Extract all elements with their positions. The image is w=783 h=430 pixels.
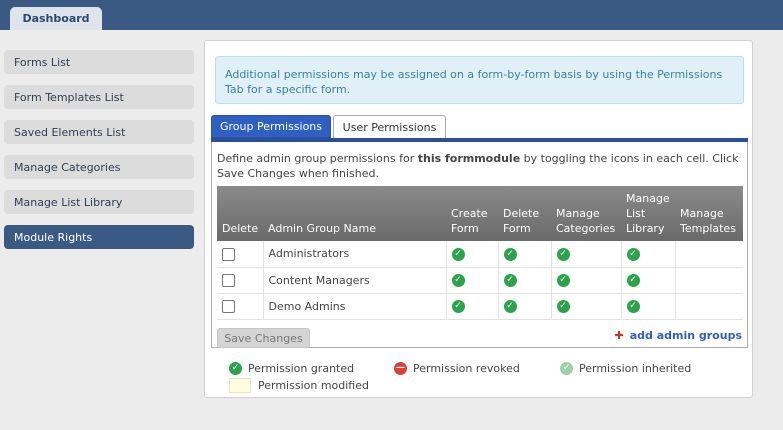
plus-icon: ✚ [614, 329, 624, 342]
header-manage-list-library: Manage List Library [621, 186, 675, 241]
check-icon[interactable]: ✓ [626, 247, 640, 261]
header-manage-list-library-l3: Library [626, 222, 665, 235]
sidebar-item-manage-categories[interactable]: Manage Categories [4, 155, 194, 179]
legend-inherited-label: Permission inherited [579, 362, 692, 375]
legend-granted-label: Permission granted [248, 362, 355, 375]
group-name-cell: Content Managers [263, 267, 447, 294]
add-admin-groups-link[interactable]: ✚ add admin groups [614, 328, 742, 343]
sidebar-item-module-rights[interactable]: Module Rights [4, 225, 194, 249]
check-icon[interactable]: ✓ [503, 299, 517, 313]
header-create-form: Create Form [446, 186, 498, 241]
manage-templates-cell[interactable] [675, 267, 743, 294]
legend-modified-label: Permission modified [258, 379, 369, 392]
tab-user-permissions[interactable]: User Permissions [333, 115, 446, 138]
check-icon[interactable]: ✓ [503, 273, 517, 287]
check-icon[interactable]: ✓ [626, 273, 640, 287]
header-manage-categories-l1: Manage [556, 207, 600, 220]
manage-list-library-cell[interactable]: ✓ [621, 293, 676, 320]
delete-form-cell[interactable]: ✓ [498, 293, 552, 320]
create-form-cell[interactable]: ✓ [446, 293, 499, 320]
permissions-table: Delete Admin Group Name Create Form Delet… [217, 186, 743, 320]
header-delete-form: Delete Form [498, 186, 551, 241]
top-header-bar: Dashboard [0, 0, 783, 30]
manage-templates-cell[interactable] [675, 241, 743, 268]
manage-categories-cell[interactable]: ✓ [551, 293, 622, 320]
sidebar-item-form-templates-list[interactable]: Form Templates List [4, 85, 194, 109]
check-icon[interactable]: ✓ [451, 247, 465, 261]
tab-dashboard[interactable]: Dashboard [10, 7, 102, 30]
check-icon: ✓ [229, 362, 242, 375]
legend-granted: ✓ Permission granted [229, 361, 354, 376]
header-manage-categories-l2: Categories [556, 222, 616, 235]
header-delete-form-l1: Delete [503, 207, 540, 220]
description-text-start: Define admin group permissions for [217, 152, 418, 165]
header-manage-templates-l2: Templates [680, 222, 736, 235]
delete-form-cell[interactable]: ✓ [498, 267, 552, 294]
delete-cell [217, 241, 264, 268]
check-icon: ✓ [560, 362, 573, 375]
check-icon[interactable]: ✓ [626, 299, 640, 313]
modified-swatch [229, 378, 251, 393]
legend-inherited: ✓ Permission inherited [560, 361, 691, 376]
manage-categories-cell[interactable]: ✓ [551, 241, 622, 268]
group-permissions-panel: Define admin group permissions for this … [211, 142, 748, 348]
legend-revoked-label: Permission revoked [413, 362, 520, 375]
check-icon[interactable]: ✓ [451, 273, 465, 287]
description-bold: this formmodule [417, 152, 521, 165]
delete-cell [217, 267, 264, 294]
manage-categories-cell[interactable]: ✓ [551, 267, 622, 294]
check-icon[interactable]: ✓ [451, 299, 465, 313]
delete-cell [217, 293, 264, 320]
table-row: Administrators ✓ ✓ ✓ ✓ [217, 241, 743, 268]
create-form-cell[interactable]: ✓ [446, 267, 499, 294]
check-icon[interactable]: ✓ [503, 247, 517, 261]
check-icon[interactable]: ✓ [556, 247, 570, 261]
manage-templates-cell[interactable] [675, 293, 743, 320]
header-delete-form-l2: Form [503, 222, 531, 235]
save-changes-button[interactable]: Save Changes [217, 328, 310, 348]
tab-group-permissions[interactable]: Group Permissions [211, 115, 331, 138]
header-delete: Delete [217, 186, 263, 241]
permissions-description: Define admin group permissions for this … [217, 151, 742, 181]
check-icon[interactable]: ✓ [556, 273, 570, 287]
group-name-cell: Administrators [263, 241, 447, 268]
group-name-cell: Demo Admins [263, 293, 447, 320]
delete-checkbox[interactable] [222, 299, 235, 313]
legend-modified: Permission modified [229, 378, 369, 393]
create-form-cell[interactable]: ✓ [446, 241, 499, 268]
header-manage-categories: Manage Categories [551, 186, 621, 241]
minus-icon: — [394, 362, 407, 375]
sidebar-item-manage-list-library[interactable]: Manage List Library [4, 190, 194, 214]
delete-form-cell[interactable]: ✓ [498, 241, 552, 268]
legend-revoked: — Permission revoked [394, 361, 520, 376]
header-create-form-l1: Create [451, 207, 488, 220]
sidebar-item-saved-elements-list[interactable]: Saved Elements List [4, 120, 194, 144]
header-manage-templates: Manage Templates [675, 186, 743, 241]
manage-list-library-cell[interactable]: ✓ [621, 241, 676, 268]
info-notice: Additional permissions may be assigned o… [215, 56, 744, 104]
header-manage-list-library-l2: List [626, 207, 646, 220]
table-row: Content Managers ✓ ✓ ✓ ✓ [217, 267, 743, 294]
delete-checkbox[interactable] [222, 247, 235, 261]
add-admin-groups-label: add admin groups [629, 329, 742, 342]
header-admin-group-name: Admin Group Name [263, 186, 446, 241]
check-icon[interactable]: ✓ [556, 299, 570, 313]
table-header-row: Delete Admin Group Name Create Form Delet… [217, 186, 743, 241]
manage-list-library-cell[interactable]: ✓ [621, 267, 676, 294]
delete-checkbox[interactable] [222, 273, 235, 287]
header-manage-templates-l1: Manage [680, 207, 724, 220]
main-panel: Additional permissions may be assigned o… [204, 40, 753, 398]
header-manage-list-library-l1: Manage [626, 192, 670, 205]
header-create-form-l2: Form [451, 222, 479, 235]
table-row: Demo Admins ✓ ✓ ✓ ✓ [217, 293, 743, 320]
sidebar-item-forms-list[interactable]: Forms List [4, 50, 194, 74]
